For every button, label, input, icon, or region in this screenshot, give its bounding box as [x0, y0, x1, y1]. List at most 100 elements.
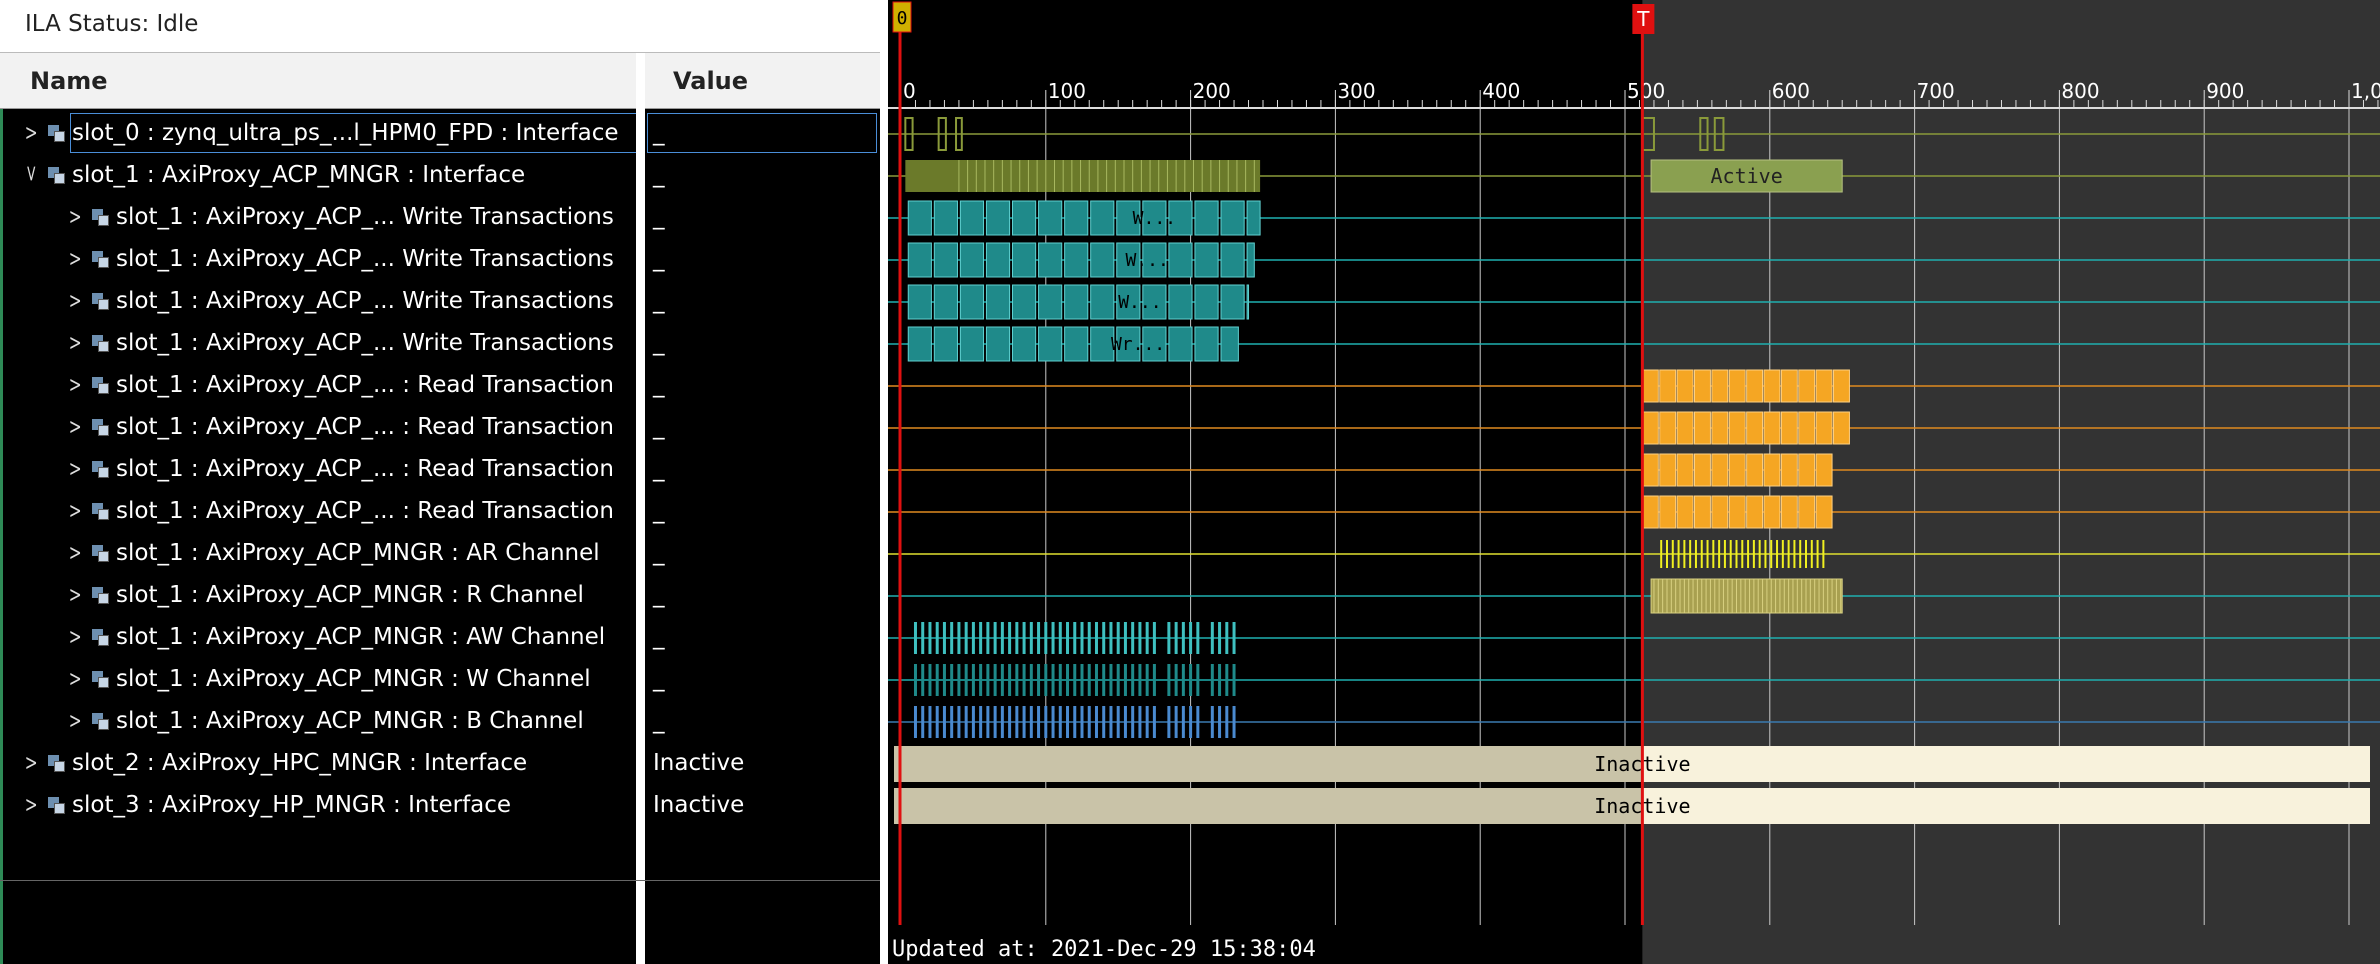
- signal-row[interactable]: > slot_1 : AxiProxy_ACP_... Write Transac…: [0, 323, 880, 365]
- write-transaction: [1064, 242, 1089, 278]
- expand-chevron-icon[interactable]: >: [69, 457, 82, 482]
- signal-row[interactable]: > slot_1 : AxiProxy_ACP_... Write Transac…: [0, 239, 880, 281]
- read-transaction: [1676, 411, 1694, 445]
- signal-row[interactable]: > slot_1 : AxiProxy_ACP_... Write Transac…: [0, 197, 880, 239]
- write-transaction: [1246, 284, 1250, 320]
- expand-chevron-icon[interactable]: >: [25, 751, 38, 776]
- write-transaction: [1038, 284, 1063, 320]
- expand-chevron-icon[interactable]: >: [69, 583, 82, 608]
- read-transaction: [1711, 453, 1729, 487]
- write-transaction: [1220, 284, 1245, 320]
- write-transaction: [907, 242, 932, 278]
- signal-row[interactable]: > slot_1 : AxiProxy_ACP_MNGR : AR Channel…: [0, 533, 880, 575]
- inactive-bar: [894, 788, 1643, 824]
- interface-icon: [48, 755, 66, 773]
- read-transaction: [1641, 495, 1659, 529]
- write-label: W...: [1133, 208, 1176, 229]
- read-transaction: [1641, 453, 1659, 487]
- ruler-tick-label: 500: [1627, 79, 1665, 103]
- expand-chevron-icon[interactable]: >: [69, 541, 82, 566]
- read-transaction: [1798, 369, 1816, 403]
- read-transaction: [1728, 411, 1746, 445]
- signal-value: _: [653, 246, 665, 272]
- read-transaction: [1694, 495, 1711, 529]
- signal-name: slot_2 : AxiProxy_HPC_MNGR : Interface: [72, 750, 528, 776]
- signal-row[interactable]: > slot_1 : AxiProxy_ACP_MNGR : Interface _: [0, 155, 880, 197]
- write-transaction: [1246, 242, 1255, 278]
- write-transaction: [1064, 200, 1089, 236]
- write-transaction: [933, 200, 958, 236]
- waveform-panel[interactable]: 0 100 200 300 400 500 600 700 800 900 1,0 Active W..…: [888, 0, 2380, 964]
- interface-icon: [92, 671, 110, 689]
- interface-icon: [92, 629, 110, 647]
- expand-chevron-icon[interactable]: >: [25, 793, 38, 818]
- signal-row[interactable]: > slot_1 : AxiProxy_ACP_... : Read Transa…: [0, 449, 880, 491]
- signal-value: _: [653, 624, 665, 650]
- read-transaction: [1798, 453, 1816, 487]
- value-column-header[interactable]: Value: [645, 53, 880, 109]
- signal-value: Inactive: [653, 750, 745, 776]
- read-transaction: [1694, 369, 1711, 403]
- read-transaction: [1746, 411, 1764, 445]
- signal-row[interactable]: > slot_2 : AxiProxy_HPC_MNGR : Interface I…: [0, 743, 880, 785]
- ruler-tick-label: 800: [2061, 79, 2099, 103]
- expand-chevron-icon[interactable]: >: [69, 709, 82, 734]
- signal-value: _: [653, 498, 665, 524]
- read-transaction: [1815, 453, 1833, 487]
- read-transaction: [1641, 369, 1659, 403]
- signal-value: _: [653, 330, 665, 356]
- signal-name: slot_1 : AxiProxy_ACP_... Write Transact…: [116, 204, 614, 230]
- trigger-label: T: [1636, 7, 1650, 31]
- updated-timestamp: Updated at: 2021-Dec-29 15:38:04: [892, 937, 1316, 962]
- interface-icon: [92, 293, 110, 311]
- expand-chevron-icon[interactable]: >: [69, 667, 82, 692]
- expand-chevron-icon[interactable]: >: [69, 415, 82, 440]
- signal-row[interactable]: > slot_1 : AxiProxy_ACP_... : Read Transa…: [0, 491, 880, 533]
- signal-row[interactable]: > slot_1 : AxiProxy_ACP_... : Read Transa…: [0, 407, 880, 449]
- interface-icon: [92, 377, 110, 395]
- write-transaction: [959, 284, 985, 320]
- signal-value: _: [653, 540, 665, 566]
- expand-chevron-icon[interactable]: >: [69, 247, 82, 272]
- signal-name: slot_1 : AxiProxy_ACP_... Write Transact…: [116, 330, 614, 356]
- expand-chevron-icon[interactable]: >: [69, 331, 82, 356]
- ruler-tick-label: 0: [903, 79, 916, 103]
- signal-row[interactable]: > slot_3 : AxiProxy_HP_MNGR : Interface In…: [0, 785, 880, 827]
- expand-chevron-icon[interactable]: >: [69, 373, 82, 398]
- expand-chevron-icon[interactable]: >: [69, 625, 82, 650]
- write-transaction: [985, 284, 1011, 320]
- expand-chevron-icon[interactable]: >: [69, 289, 82, 314]
- expand-chevron-icon[interactable]: >: [69, 499, 82, 524]
- signal-row[interactable]: > slot_1 : AxiProxy_ACP_... Write Transac…: [0, 281, 880, 323]
- waveform-canvas[interactable]: 0 100 200 300 400 500 600 700 800 900 1,0 Active W..…: [888, 0, 2380, 964]
- ruler-tick-label: 100: [1048, 79, 1086, 103]
- read-transaction: [1798, 411, 1816, 445]
- signal-row[interactable]: > slot_1 : AxiProxy_ACP_... : Read Transa…: [0, 365, 880, 407]
- write-transaction: [1038, 200, 1063, 236]
- write-transaction: [1220, 200, 1245, 236]
- read-transaction: [1676, 495, 1694, 529]
- signal-row[interactable]: > slot_1 : AxiProxy_ACP_MNGR : B Channel _: [0, 701, 880, 743]
- expand-chevron-icon[interactable]: >: [25, 121, 38, 146]
- read-transaction: [1815, 411, 1833, 445]
- signal-value: _: [653, 204, 665, 230]
- inactive-bar: [1642, 788, 2370, 824]
- signal-row[interactable]: > slot_1 : AxiProxy_ACP_MNGR : AW Channel…: [0, 617, 880, 659]
- selected-value-cell[interactable]: [647, 113, 877, 153]
- write-transaction: [933, 242, 958, 278]
- read-transaction: [1694, 411, 1711, 445]
- name-column-header[interactable]: Name: [0, 53, 636, 109]
- signal-name: slot_1 : AxiProxy_ACP_... : Read Transac…: [116, 372, 614, 398]
- collapse-chevron-icon[interactable]: >: [22, 164, 40, 182]
- ruler-tick-label: 700: [1917, 79, 1955, 103]
- selected-row-highlight: [70, 113, 636, 153]
- read-transaction: [1728, 495, 1746, 529]
- write-transaction: [985, 242, 1011, 278]
- write-label: W...: [1118, 292, 1161, 313]
- write-transaction: [1168, 326, 1193, 362]
- read-transaction: [1659, 453, 1677, 487]
- signal-row[interactable]: > slot_1 : AxiProxy_ACP_MNGR : W Channel _: [0, 659, 880, 701]
- expand-chevron-icon[interactable]: >: [69, 205, 82, 230]
- splitter[interactable]: [880, 0, 888, 964]
- signal-row[interactable]: > slot_1 : AxiProxy_ACP_MNGR : R Channel _: [0, 575, 880, 617]
